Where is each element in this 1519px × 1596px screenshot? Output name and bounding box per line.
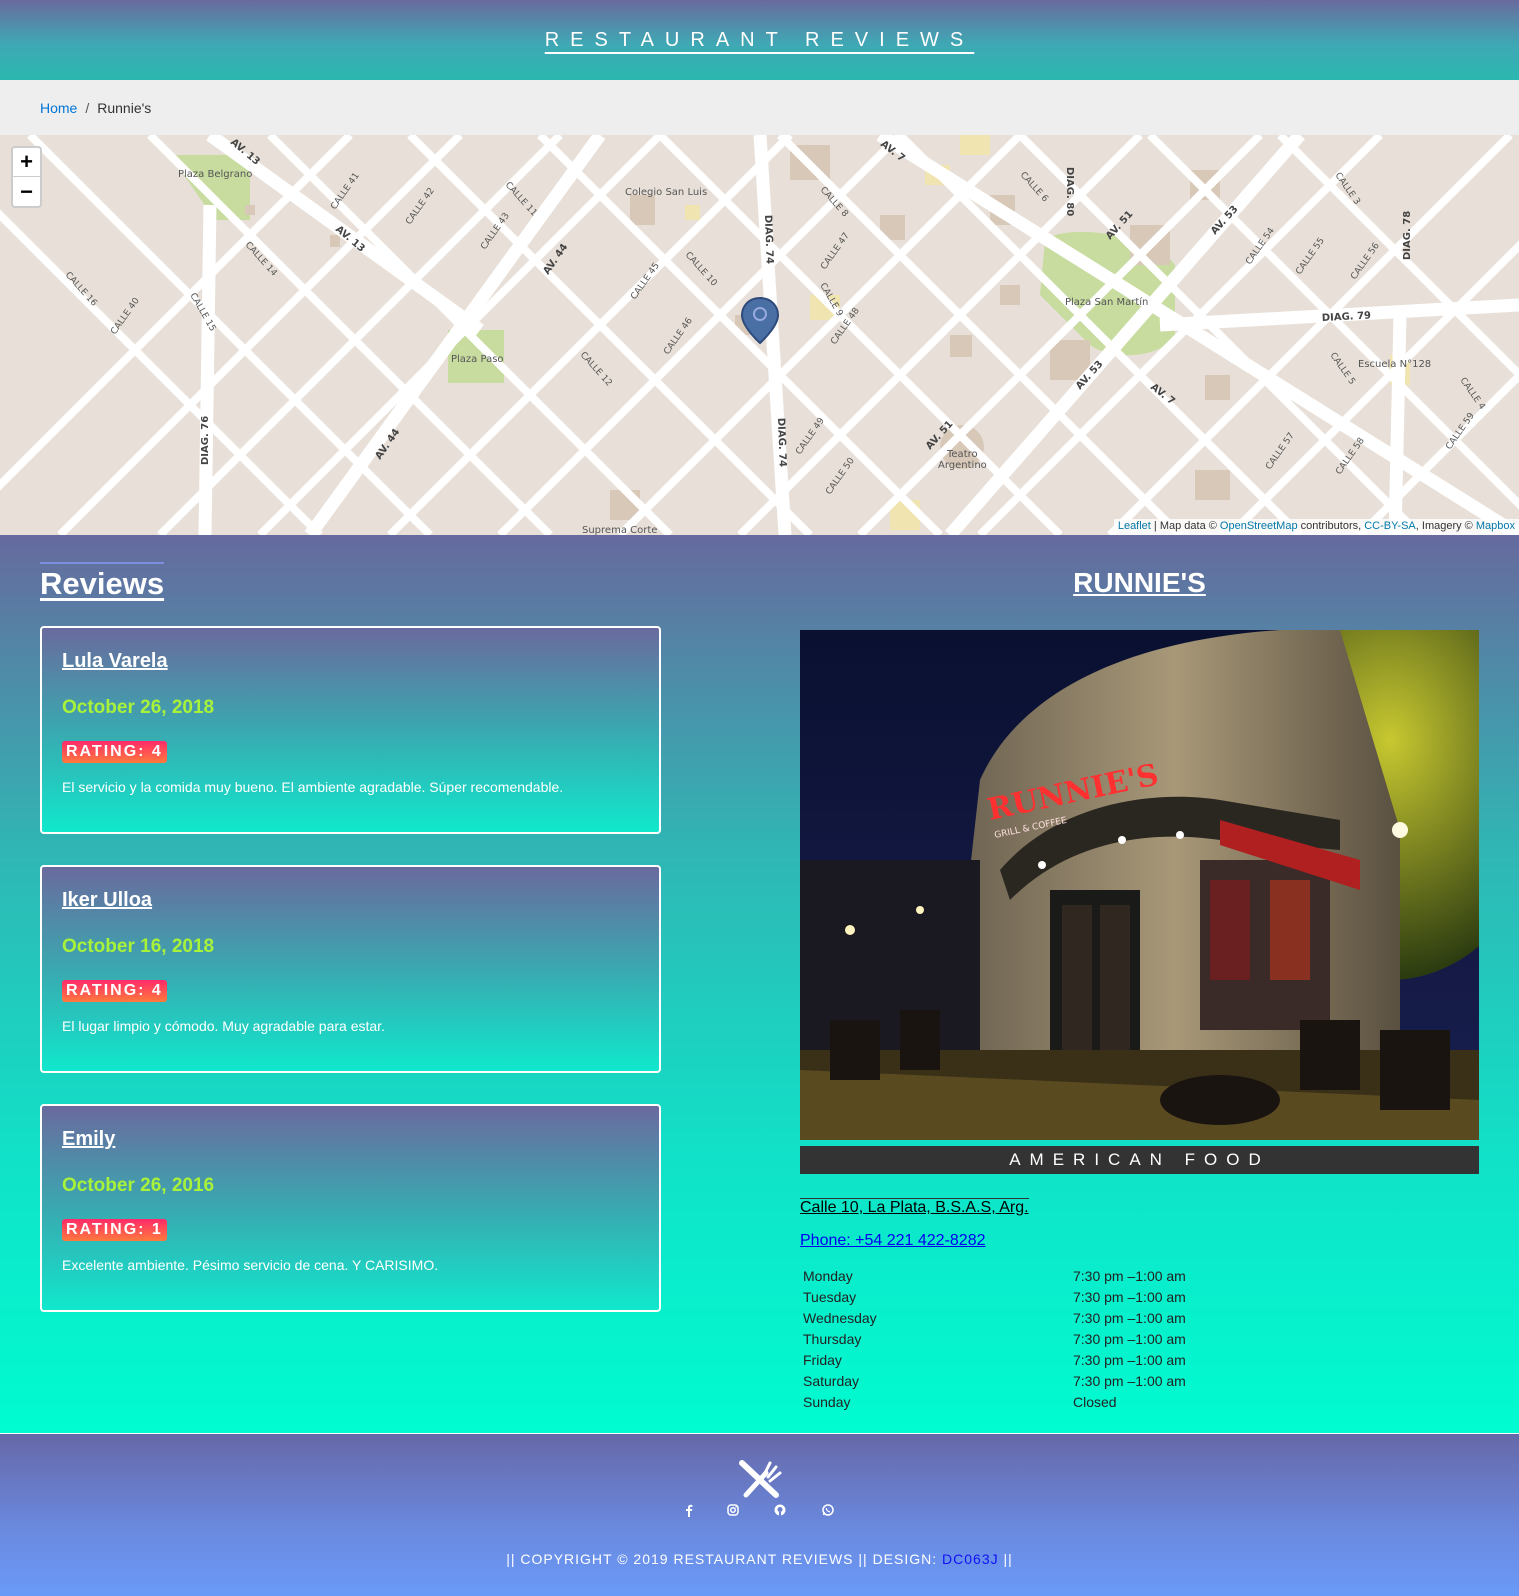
- facebook-icon[interactable]: [681, 1502, 697, 1518]
- review-comment: El servicio y la comida muy bueno. El am…: [62, 779, 564, 795]
- reviewer-name: Iker Ulloa: [62, 889, 153, 911]
- map-label-plaza-belgrano: Plaza Belgrano: [178, 169, 252, 180]
- reviews-heading: Reviews: [40, 562, 165, 602]
- breadcrumb: Home / Runnie's: [0, 80, 1519, 135]
- map-label-diag74: DIAG. 74: [762, 215, 775, 265]
- attribution-map-data: | Map data ©: [1150, 520, 1220, 532]
- review-card: Emily October 26, 2016 RATING: 1 Excelen…: [40, 1104, 661, 1312]
- designer-link[interactable]: DC063J: [942, 1551, 999, 1567]
- restaurant-name: RUNNIE'S: [1073, 567, 1206, 598]
- map-label-diag76: DIAG. 76: [200, 416, 211, 465]
- github-icon[interactable]: [772, 1502, 788, 1518]
- restaurant-phone-link[interactable]: Phone: +54 221 422-8282: [800, 1232, 986, 1250]
- rating-badge: RATING: 4: [62, 980, 167, 1002]
- site-footer: || COPYRIGHT © 2019 RESTAURANT REVIEWS |…: [0, 1433, 1519, 1596]
- breadcrumb-separator: /: [85, 99, 90, 116]
- attribution-imagery: , Imagery ©: [1415, 520, 1476, 532]
- hours-day: Saturday: [803, 1372, 860, 1389]
- review-comment: El lugar limpio y cómodo. Muy agradable …: [62, 1018, 385, 1034]
- hours-time: 7:30 pm –1:00 am: [1073, 1267, 1186, 1284]
- map-label-plaza-paso: Plaza Paso: [451, 354, 504, 365]
- breadcrumb-current: Runnie's: [97, 99, 152, 116]
- license-link[interactable]: CC-BY-SA: [1364, 520, 1416, 532]
- map[interactable]: Plaza Belgrano Colegio San Luis Plaza Pa…: [0, 135, 1519, 535]
- map-label-argentino: Argentino: [938, 460, 987, 471]
- zoom-out-button[interactable]: −: [13, 177, 40, 206]
- leaflet-link[interactable]: Leaflet: [1118, 520, 1151, 532]
- main-content: Reviews Lula Varela October 26, 2018 RAT…: [0, 535, 1519, 1433]
- map-label-diag78: DIAG. 78: [1402, 211, 1413, 260]
- map-label-colegio: Colegio San Luis: [625, 187, 707, 198]
- whatsapp-icon[interactable]: [820, 1502, 836, 1518]
- map-label-escuela: Escuela N°128: [1358, 359, 1431, 370]
- hours-row: Monday 7:30 pm –1:00 am: [800, 1265, 1360, 1286]
- reviewer-name: Emily: [62, 1128, 116, 1150]
- hours-day: Wednesday: [803, 1309, 877, 1326]
- copyright-text: || COPYRIGHT © 2019 RESTAURANT REVIEWS |…: [0, 1551, 1519, 1567]
- copyright-label: || COPYRIGHT © 2019 RESTAURANT REVIEWS |…: [506, 1551, 943, 1567]
- osm-link[interactable]: OpenStreetMap: [1220, 520, 1298, 532]
- zoom-in-button[interactable]: +: [13, 148, 40, 177]
- review-card: Lula Varela October 26, 2018 RATING: 4 E…: [40, 626, 661, 834]
- rating-badge: RATING: 4: [62, 741, 167, 763]
- map-label-suprema: Suprema Corte: [582, 525, 657, 535]
- hours-day: Tuesday: [803, 1288, 857, 1305]
- hours-day: Friday: [803, 1351, 842, 1368]
- review-comment: Excelente ambiente. Pésimo servicio de c…: [62, 1257, 439, 1273]
- map-attribution: Leaflet | Map data © OpenStreetMap contr…: [1113, 519, 1519, 535]
- map-tiles: Plaza Belgrano Colegio San Luis Plaza Pa…: [0, 135, 1519, 535]
- hours-row: Thursday 7:30 pm –1:00 am: [800, 1328, 1360, 1349]
- hours-time: Closed: [1073, 1393, 1117, 1410]
- review-date: October 26, 2016: [62, 1175, 215, 1196]
- hours-row: Saturday 7:30 pm –1:00 am: [800, 1370, 1360, 1391]
- attribution-contributors: contributors,: [1297, 520, 1365, 532]
- hours-day: Sunday: [803, 1393, 851, 1410]
- copyright-end: ||: [998, 1551, 1013, 1567]
- hours-time: 7:30 pm –1:00 am: [1073, 1351, 1186, 1368]
- review-card: Iker Ulloa October 16, 2018 RATING: 4 El…: [40, 865, 661, 1073]
- breadcrumb-home-link[interactable]: Home: [40, 100, 77, 116]
- hours-time: 7:30 pm –1:00 am: [1073, 1309, 1186, 1326]
- hours-day: Thursday: [803, 1330, 862, 1347]
- map-zoom-control: + −: [11, 146, 42, 208]
- review-date: October 16, 2018: [62, 936, 215, 957]
- cuisine-banner: AMERICAN FOOD: [800, 1146, 1479, 1174]
- map-label-diag80: DIAG. 80: [1064, 167, 1075, 216]
- instagram-icon[interactable]: [725, 1502, 741, 1518]
- map-label-diag74b: DIAG. 74: [775, 418, 788, 468]
- review-date: October 26, 2018: [62, 697, 215, 718]
- hours-day: Monday: [803, 1267, 853, 1284]
- hours-time: 7:30 pm –1:00 am: [1073, 1330, 1186, 1347]
- map-label-teatro: Teatro: [946, 449, 978, 460]
- restaurant-address: Calle 10, La Plata, B.S.A.S, Arg.: [800, 1198, 1029, 1216]
- hours-row: Wednesday 7:30 pm –1:00 am: [800, 1307, 1360, 1328]
- reviewer-name: Lula Varela: [62, 650, 168, 672]
- restaurant-photo: RUNNIE'S GRILL & COFFEE: [800, 630, 1479, 1140]
- hours-row: Sunday Closed: [800, 1391, 1360, 1412]
- fork-knife-icon: [739, 1460, 782, 1498]
- mapbox-link[interactable]: Mapbox: [1476, 520, 1515, 532]
- map-label-plaza-san-martin: Plaza San Martín: [1065, 296, 1148, 308]
- hours-time: 7:30 pm –1:00 am: [1073, 1288, 1186, 1305]
- hours-row: Friday 7:30 pm –1:00 am: [800, 1349, 1360, 1370]
- hours-row: Tuesday 7:30 pm –1:00 am: [800, 1286, 1360, 1307]
- opening-hours-table: Monday 7:30 pm –1:00 am Tuesday 7:30 pm –1…: [800, 1265, 1360, 1412]
- rating-badge: RATING: 1: [62, 1219, 167, 1241]
- hours-time: 7:30 pm –1:00 am: [1073, 1372, 1186, 1389]
- site-header: RESTAURANT REVIEWS: [0, 0, 1519, 80]
- site-title-link[interactable]: RESTAURANT REVIEWS: [545, 29, 975, 52]
